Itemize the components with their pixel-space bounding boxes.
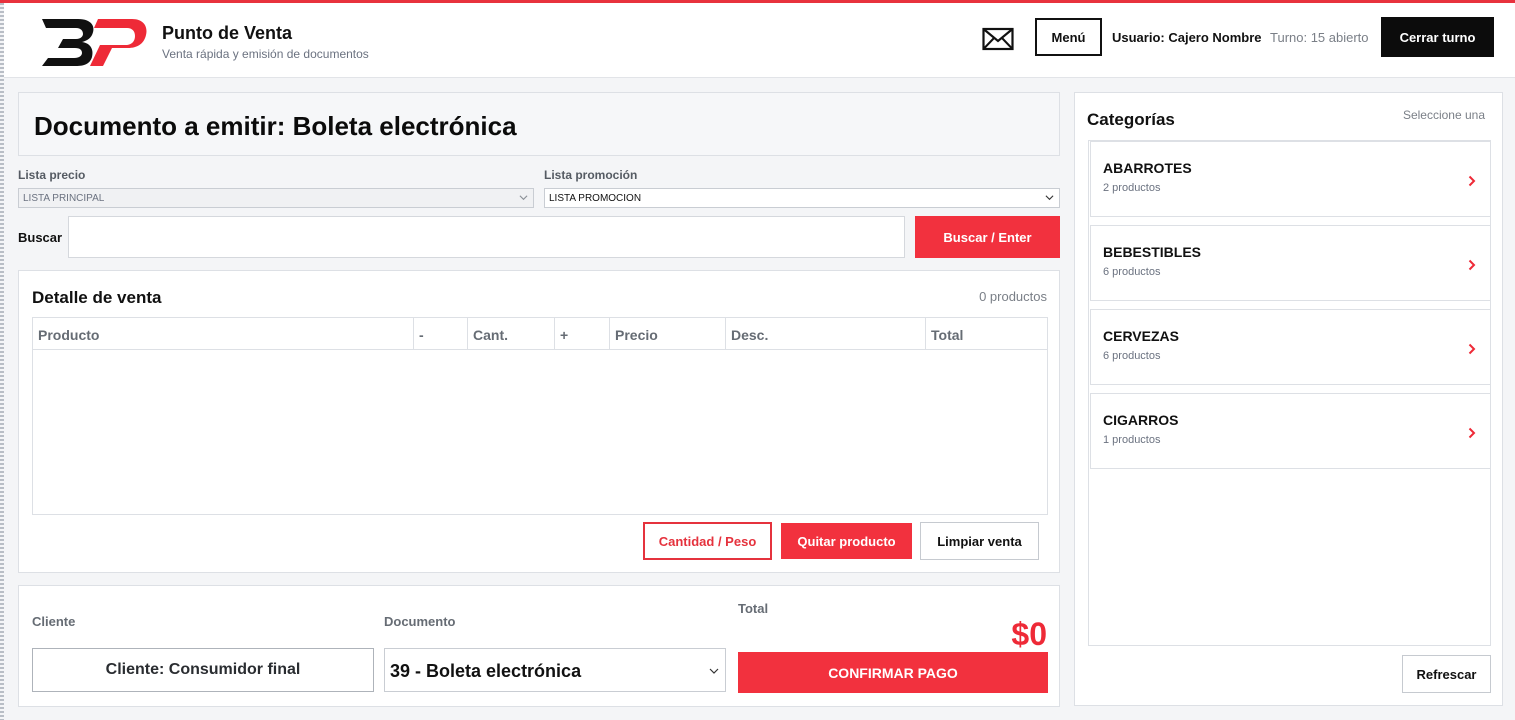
chevron-right-icon — [1468, 427, 1476, 439]
client-label: Cliente — [32, 614, 76, 629]
app-header: Punto de Venta Venta rápida y emisión de… — [4, 3, 1515, 78]
close-shift-button[interactable]: Cerrar turno — [1381, 17, 1494, 57]
category-list: ABARROTES 2 productos BEBESTIBLES 6 prod… — [1088, 140, 1491, 646]
categories-title: Categorías — [1087, 110, 1175, 129]
column-header-producto: Producto — [38, 327, 100, 343]
search-input[interactable] — [68, 216, 905, 258]
menu-button[interactable]: Menú — [1035, 18, 1102, 56]
category-name: BEBESTIBLES — [1103, 244, 1202, 260]
category-item-cigarros[interactable]: CIGARROS 1 productos — [1090, 393, 1491, 469]
categories-hint: Seleccione una — [1402, 108, 1485, 122]
promo-list-value: LISTA PROMOCION — [549, 193, 642, 204]
quantity-weight-button[interactable]: Cantidad / Peso — [643, 522, 772, 560]
sale-table-header: Producto - Cant. + Precio Desc. Total — [33, 318, 1047, 350]
sale-detail-title: Detalle de venta — [32, 288, 162, 307]
chevron-right-icon — [1468, 175, 1476, 187]
chevron-right-icon — [1468, 343, 1476, 355]
search-button[interactable]: Buscar / Enter — [915, 216, 1060, 258]
price-list-select[interactable]: LISTA PRINCIPAL — [18, 188, 534, 208]
total-amount: $0 — [1011, 616, 1047, 652]
checkout-panel: Cliente Cliente: Consumidor final Docume… — [18, 585, 1060, 707]
category-name: CERVEZAS — [1103, 328, 1179, 344]
category-item-bebestibles[interactable]: BEBESTIBLES 6 productos — [1090, 225, 1491, 301]
promo-list-select[interactable]: LISTA PROMOCION — [544, 188, 1060, 208]
category-item-cervezas[interactable]: CERVEZAS 6 productos — [1090, 309, 1491, 385]
chevron-down-icon — [709, 668, 719, 674]
category-count: 2 productos — [1103, 182, 1161, 194]
confirm-payment-button[interactable]: CONFIRMAR PAGO — [738, 652, 1048, 693]
bp-logo — [42, 19, 147, 66]
price-list-value: LISTA PRINCIPAL — [23, 193, 105, 204]
document-select-value: 39 - Boleta electrónica — [390, 661, 582, 681]
search-label: Buscar — [18, 230, 63, 245]
column-header-increment: + — [554, 318, 609, 350]
category-count: 6 productos — [1103, 266, 1161, 278]
total-label: Total — [738, 601, 769, 616]
envelope-icon[interactable] — [982, 27, 1014, 51]
column-header-total: Total — [925, 318, 1047, 350]
app-title: Punto de Venta — [162, 23, 293, 43]
category-count: 1 productos — [1103, 434, 1161, 446]
column-header-precio: Precio — [609, 318, 725, 350]
remove-product-button[interactable]: Quitar producto — [781, 523, 912, 559]
sale-table: Producto - Cant. + Precio Desc. Total — [32, 317, 1048, 515]
category-count: 6 productos — [1103, 350, 1161, 362]
clear-sale-button[interactable]: Limpiar venta — [920, 522, 1039, 560]
column-header-decrement: - — [413, 318, 467, 350]
document-select[interactable]: 39 - Boleta electrónica — [384, 648, 726, 692]
document-label: Documento — [384, 614, 456, 629]
window-edge — [0, 3, 4, 720]
promo-list-label: Lista promoción — [544, 168, 638, 182]
user-label: Usuario: Cajero Nombre — [1112, 30, 1262, 45]
category-name: ABARROTES — [1103, 160, 1192, 176]
refresh-button[interactable]: Refrescar — [1402, 655, 1491, 693]
chevron-down-icon — [1045, 195, 1054, 201]
chevron-right-icon — [1468, 259, 1476, 271]
categories-panel: Categorías Seleccione una ABARROTES 2 pr… — [1074, 92, 1503, 706]
category-name: CIGARROS — [1103, 412, 1179, 428]
document-heading-panel: Documento a emitir: Boleta electrónica — [18, 92, 1060, 156]
app-subtitle: Venta rápida y emisión de documentos — [162, 47, 369, 61]
product-count: 0 productos — [979, 289, 1047, 304]
price-list-label: Lista precio — [18, 168, 86, 182]
column-header-cantidad: Cant. — [467, 318, 554, 350]
chevron-down-icon — [519, 195, 528, 201]
shift-status: Turno: 15 abierto — [1270, 30, 1369, 45]
category-item-abarrotes[interactable]: ABARROTES 2 productos — [1090, 141, 1491, 217]
document-heading: Documento a emitir: Boleta electrónica — [34, 111, 517, 141]
client-button[interactable]: Cliente: Consumidor final — [32, 648, 374, 692]
column-header-descuento: Desc. — [725, 318, 925, 350]
